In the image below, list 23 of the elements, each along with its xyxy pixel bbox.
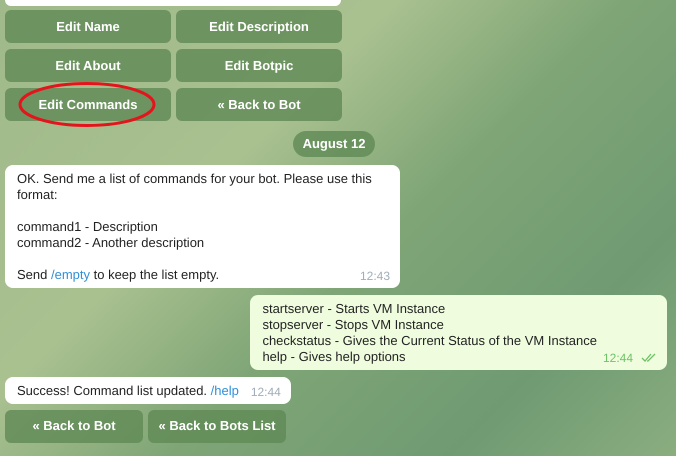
message-time: 12:44 xyxy=(602,350,633,366)
message-text: Send /empty to keep the list empty. xyxy=(17,266,220,282)
keyboard-button[interactable]: Edit Name xyxy=(5,10,171,43)
keyboard-button[interactable]: « Back to Bot xyxy=(176,88,342,121)
message-text: stopserver - Stops VM Instance xyxy=(262,316,445,332)
message-time: 12:44 xyxy=(250,384,281,400)
message-text: help - Gives help options xyxy=(262,348,407,364)
keyboard-button[interactable]: Edit Description xyxy=(176,10,342,43)
message-text: command1 - Description xyxy=(17,218,159,234)
message-text: OK. Send me a list of commands for your bot. Please use this format: xyxy=(17,170,373,202)
command-link[interactable]: /help xyxy=(210,382,239,398)
command-link[interactable]: /empty xyxy=(50,266,90,282)
message-text: command2 - Another description xyxy=(17,234,206,250)
keyboard-button[interactable]: « Back to Bot xyxy=(5,410,143,442)
keyboard-button[interactable]: Edit Commands xyxy=(5,88,171,121)
message-text: checkstatus - Gives the Current Status of the VM Instance xyxy=(262,332,597,348)
keyboard-button[interactable]: Edit Botpic xyxy=(176,49,342,82)
message-text: startserver - Starts VM Instance xyxy=(262,300,446,316)
date-badge: August 12 xyxy=(292,131,376,156)
keyboard-button[interactable]: « Back to Bots List xyxy=(148,410,286,442)
keyboard-button[interactable]: Edit About xyxy=(5,49,171,82)
message-time: 12:43 xyxy=(360,268,390,284)
message-text: Success! Command list updated. /help xyxy=(17,382,239,398)
